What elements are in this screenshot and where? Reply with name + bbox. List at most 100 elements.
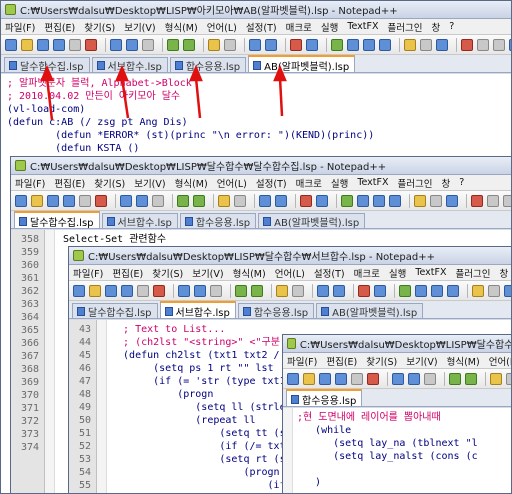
folder-icon[interactable] <box>472 284 484 297</box>
editor[interactable]: ;현 도면내에 레이어를 뽑아내때 (while (setq lay_na (t… <box>283 408 511 493</box>
file-icon[interactable] <box>374 284 386 297</box>
file-icon[interactable] <box>436 38 448 51</box>
file-icon[interactable] <box>447 284 459 297</box>
file-icon[interactable] <box>379 38 391 51</box>
file-tab[interactable]: AB(알파벳블럭).lsp <box>316 303 424 318</box>
file-icon[interactable] <box>408 372 420 385</box>
file-icon[interactable] <box>504 284 511 297</box>
menu-item[interactable]: TextFX <box>415 267 446 278</box>
undo-icon[interactable] <box>465 372 477 385</box>
file-tab[interactable]: 합수응용.lsp <box>179 213 257 228</box>
menu-item[interactable]: 보기(V) <box>124 20 155 34</box>
file-icon[interactable] <box>431 284 443 297</box>
folder-icon[interactable] <box>208 38 220 51</box>
menu-item[interactable]: 편집(E) <box>54 176 85 190</box>
folder-icon[interactable] <box>31 194 43 207</box>
menu-item[interactable]: 찾기(S) <box>94 176 125 190</box>
menu-item[interactable]: 언어(L) <box>489 354 511 368</box>
folder-icon[interactable] <box>414 194 426 207</box>
undo-icon[interactable] <box>251 284 263 297</box>
menu-item[interactable]: 매크로 <box>354 266 380 280</box>
menu-item[interactable]: 형식(M) <box>175 176 208 190</box>
undo-icon[interactable] <box>193 194 205 207</box>
file-icon[interactable] <box>53 38 65 51</box>
menu-item[interactable]: ? <box>449 21 454 32</box>
file-icon[interactable] <box>509 38 511 51</box>
undo-icon[interactable] <box>183 38 195 51</box>
print-icon[interactable] <box>210 284 222 297</box>
close-icon[interactable] <box>358 284 370 297</box>
menu-item[interactable]: 플러그인 <box>398 176 433 190</box>
folder-icon[interactable] <box>490 372 502 385</box>
folder-icon[interactable] <box>303 372 315 385</box>
file-icon[interactable] <box>389 194 401 207</box>
folder-icon[interactable] <box>404 38 416 51</box>
menu-item[interactable]: 찾기(S) <box>366 354 397 368</box>
file-tab[interactable]: AB(알파벳블럭).lsp <box>248 55 356 72</box>
file-icon[interactable] <box>335 372 347 385</box>
menu-item[interactable]: 보기(V) <box>192 266 223 280</box>
print-icon[interactable] <box>137 284 149 297</box>
close-icon[interactable] <box>461 38 473 51</box>
menu-item[interactable]: 실행 <box>389 266 406 280</box>
print-icon[interactable] <box>351 372 363 385</box>
file-icon[interactable] <box>317 284 329 297</box>
file-icon[interactable] <box>110 38 122 51</box>
file-icon[interactable] <box>363 38 375 51</box>
print-icon[interactable] <box>69 38 81 51</box>
print-icon[interactable] <box>487 194 499 207</box>
file-tab[interactable]: 달수합수집.lsp <box>4 57 90 72</box>
menu-item[interactable]: 매크로 <box>296 176 322 190</box>
menu-item[interactable]: 파일(F) <box>73 266 103 280</box>
file-icon[interactable] <box>446 194 458 207</box>
file-tab[interactable]: 서브합수.lsp <box>101 213 178 228</box>
file-icon[interactable] <box>121 284 133 297</box>
menu-item[interactable]: 매크로 <box>286 20 312 34</box>
menu-item[interactable]: ? <box>459 177 464 188</box>
folder-icon[interactable] <box>21 38 33 51</box>
file-icon[interactable] <box>249 38 261 51</box>
file-icon[interactable] <box>37 38 49 51</box>
file-icon[interactable] <box>73 284 85 297</box>
menu-item[interactable]: TextFX <box>357 177 388 188</box>
undo-icon[interactable] <box>177 194 189 207</box>
print-icon[interactable] <box>430 194 442 207</box>
file-icon[interactable] <box>120 194 132 207</box>
menu-item[interactable]: 설정(T) <box>256 176 287 190</box>
titlebar[interactable]: C:₩Users₩dalsu₩Desktop₩LISP₩아키모아₩AB(알파벳블… <box>1 1 511 19</box>
print-icon[interactable] <box>79 194 91 207</box>
close-icon[interactable] <box>471 194 483 207</box>
undo-icon[interactable] <box>449 372 461 385</box>
menu-item[interactable]: 편집(E) <box>326 354 357 368</box>
close-icon[interactable] <box>290 38 302 51</box>
menu-item[interactable]: 편집(E) <box>112 266 143 280</box>
print-icon[interactable] <box>152 194 164 207</box>
menu-item[interactable]: 언어(L) <box>217 176 247 190</box>
file-icon[interactable] <box>178 284 190 297</box>
menu-item[interactable]: 플러그인 <box>388 20 423 34</box>
file-icon[interactable] <box>333 284 345 297</box>
print-icon[interactable] <box>234 194 246 207</box>
close-icon[interactable] <box>85 38 97 51</box>
menu-item[interactable]: 파일(F) <box>15 176 45 190</box>
file-icon[interactable] <box>259 194 271 207</box>
menu-item[interactable]: 창 <box>499 266 508 280</box>
file-icon[interactable] <box>319 372 331 385</box>
menu-item[interactable]: 파일(F) <box>287 354 317 368</box>
file-tab[interactable]: 합수응용.lsp <box>286 389 363 406</box>
file-icon[interactable] <box>316 194 328 207</box>
close-icon[interactable] <box>153 284 165 297</box>
file-tab[interactable]: 달수합수집.lsp <box>72 303 158 318</box>
file-icon[interactable] <box>357 194 369 207</box>
menu-item[interactable]: 플러그인 <box>456 266 491 280</box>
menu-item[interactable]: 언어(L) <box>207 20 237 34</box>
print-icon[interactable] <box>488 284 500 297</box>
file-icon[interactable] <box>5 38 17 51</box>
menu-item[interactable]: 보기(V) <box>134 176 165 190</box>
undo-icon[interactable] <box>167 38 179 51</box>
menu-item[interactable]: 편집(E) <box>44 20 75 34</box>
print-icon[interactable] <box>503 194 511 207</box>
file-icon[interactable] <box>136 194 148 207</box>
print-icon[interactable] <box>477 38 489 51</box>
menu-item[interactable]: 형식(M) <box>233 266 266 280</box>
